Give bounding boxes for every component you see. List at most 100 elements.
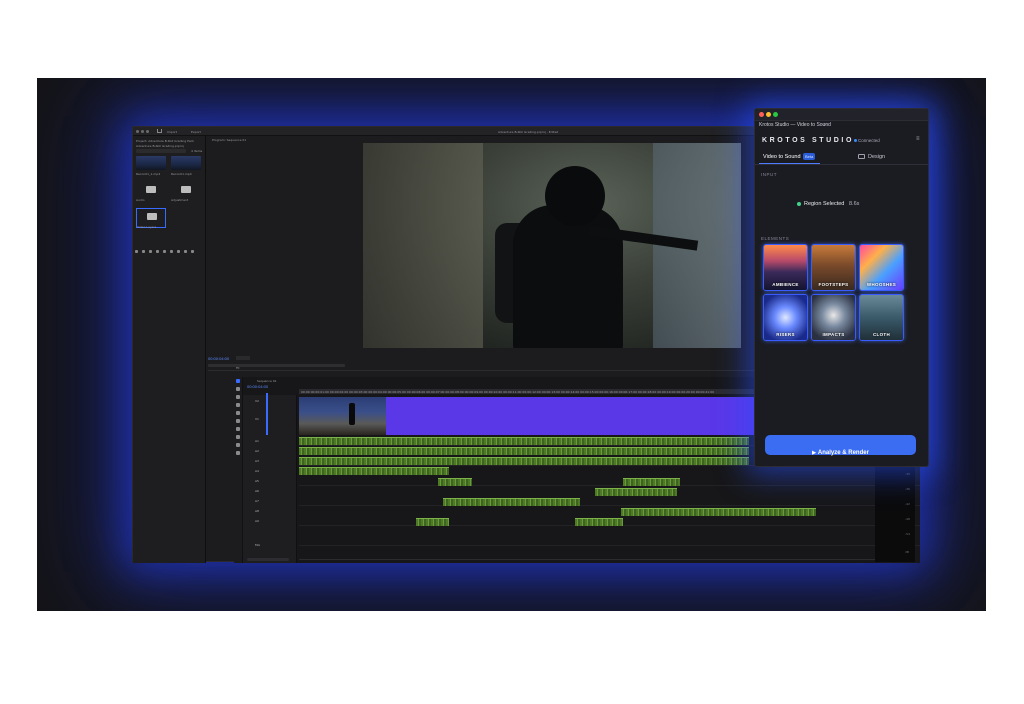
pencil-icon[interactable] — [135, 250, 138, 253]
folder-icon — [146, 186, 156, 193]
playhead[interactable] — [266, 393, 268, 435]
region-selected-text: Region Selected — [804, 201, 845, 207]
menu-icon[interactable]: ≡ — [916, 136, 920, 142]
program-timecode[interactable]: 00:00:04:00 — [208, 356, 229, 361]
new-item-icon[interactable] — [184, 250, 187, 253]
audio-clip[interactable] — [299, 447, 749, 455]
analyze-render-button[interactable]: ▶ Analyze & Render — [765, 435, 916, 456]
track-label[interactable]: Mix — [255, 543, 260, 547]
new-bin-icon[interactable] — [177, 250, 180, 253]
fit-dropdown[interactable]: Fit — [236, 356, 250, 370]
program-monitor-title[interactable]: Program: Sequence 01 — [212, 138, 246, 142]
design-icon — [858, 154, 865, 159]
zoom-slider-icon[interactable] — [163, 250, 166, 253]
track-label[interactable]: V2 — [255, 399, 259, 403]
audio-clip[interactable] — [575, 518, 623, 526]
tab-design[interactable]: Design — [868, 154, 885, 160]
hand-tool-icon[interactable] — [236, 435, 240, 439]
tab-video-to-sound[interactable]: Video to Sound — [763, 154, 801, 160]
clip-thumbnail — [136, 156, 166, 170]
razor-tool-icon[interactable] — [236, 403, 240, 407]
audio-clip[interactable] — [416, 518, 449, 526]
icon-view-icon[interactable] — [149, 250, 152, 253]
track-label[interactable]: A5 — [255, 479, 259, 483]
home-icon[interactable] — [157, 129, 162, 133]
folder-icon — [181, 186, 191, 193]
element-tile-risers[interactable]: RISERS — [763, 294, 808, 341]
soldier-figure — [513, 205, 623, 348]
search-icon[interactable] — [170, 250, 173, 253]
bin-item[interactable]: Adjustment — [171, 182, 201, 202]
meter-tick: -42 — [905, 502, 910, 506]
project-path: Adventure B-Roll Grading.prproj — [136, 144, 184, 148]
plugin-window-title: Krotos Studio — Video to Sound — [759, 122, 831, 128]
audio-clip[interactable] — [299, 467, 449, 475]
window-zoom-dot[interactable] — [773, 112, 778, 117]
rectangle-tool-icon[interactable] — [236, 427, 240, 431]
timeline-scrollbar[interactable] — [299, 559, 905, 560]
element-tile-whooshes[interactable]: WHOOSHES — [859, 244, 904, 291]
region-status-dot — [797, 202, 801, 206]
track-label[interactable]: A8 — [255, 509, 259, 513]
import-tab[interactable]: Import — [167, 130, 177, 134]
element-label: RISERS — [776, 332, 795, 337]
bin-item[interactable]: Recon01.mp4 — [171, 156, 201, 176]
slip-tool-icon[interactable] — [236, 411, 240, 415]
timeline-timecode[interactable]: 00:00:04:00 — [247, 384, 268, 389]
window-minimize-dot[interactable] — [766, 112, 771, 117]
audio-clip[interactable] — [443, 498, 580, 506]
plugin-titlebar — [755, 109, 928, 121]
bin-item-label: Video Layers — [137, 225, 157, 229]
bin-item[interactable]: Audio — [136, 182, 166, 202]
element-tile-impacts[interactable]: IMPACTS — [811, 294, 856, 341]
audio-clip[interactable] — [595, 488, 677, 496]
timeline-zoom-scrollbar[interactable] — [247, 558, 289, 561]
track-label[interactable]: A2 — [255, 449, 259, 453]
meter-tick: -36 — [905, 487, 910, 491]
element-tile-footsteps[interactable]: FOOTSTEPS — [811, 244, 856, 291]
ripple-edit-tool-icon[interactable] — [236, 395, 240, 399]
zoom-tool-icon[interactable] — [236, 443, 240, 447]
track-select-tool-icon[interactable] — [236, 387, 240, 391]
window-minimize-dot[interactable] — [141, 130, 144, 133]
audio-clip[interactable] — [623, 478, 680, 486]
window-zoom-dot[interactable] — [146, 130, 149, 133]
trash-icon[interactable] — [191, 250, 194, 253]
export-tab[interactable]: Export — [191, 130, 201, 134]
element-tile-cloth[interactable]: CLOTH — [859, 294, 904, 341]
timeline-tab[interactable]: Sequence 01 — [257, 379, 277, 383]
thumbnail-figure — [349, 403, 355, 425]
type-tool-icon[interactable] — [236, 451, 240, 455]
track-label[interactable]: V1 — [255, 417, 259, 421]
program-video-frame[interactable] — [363, 143, 741, 348]
pen-tool-icon[interactable] — [236, 419, 240, 423]
list-view-icon[interactable] — [142, 250, 145, 253]
track-label[interactable]: A7 — [255, 499, 259, 503]
track-label[interactable]: A3 — [255, 459, 259, 463]
track-label[interactable]: A6 — [255, 489, 259, 493]
audio-clip[interactable] — [299, 457, 749, 465]
analyze-render-label: ▶ Analyze & Render — [812, 450, 869, 456]
freeform-icon[interactable] — [156, 250, 159, 253]
project-panel: Project: Adventure B-Roll Grading Pack A… — [133, 136, 206, 563]
audio-clip[interactable] — [621, 508, 816, 516]
element-label: CLOTH — [873, 332, 890, 337]
selection-tool-icon[interactable] — [236, 379, 240, 383]
window-close-dot[interactable] — [759, 112, 764, 117]
project-search-input[interactable] — [136, 149, 186, 153]
track-label[interactable]: A9 — [255, 519, 259, 523]
project-name: Project: Adventure B-Roll Grading Pack — [136, 139, 195, 143]
close-icon[interactable]: ✕ — [823, 122, 827, 128]
element-tile-ambience[interactable]: AMBIENCE — [763, 244, 808, 291]
bin-item[interactable]: Recon01_1.mp4 — [136, 156, 166, 176]
video-clip-thumbnail[interactable] — [299, 397, 386, 435]
bin-item-selected[interactable]: Video Layers — [136, 208, 166, 229]
audio-clip[interactable] — [438, 478, 472, 486]
audio-clip[interactable] — [299, 437, 749, 445]
element-label: WHOOSHES — [866, 282, 897, 287]
track-label[interactable]: A4 — [255, 469, 259, 473]
track-label[interactable]: A1 — [255, 439, 259, 443]
krotos-logo: KROTOS STUDIO — [762, 137, 855, 144]
window-close-dot[interactable] — [136, 130, 139, 133]
program-scrub-bar[interactable] — [208, 364, 345, 367]
